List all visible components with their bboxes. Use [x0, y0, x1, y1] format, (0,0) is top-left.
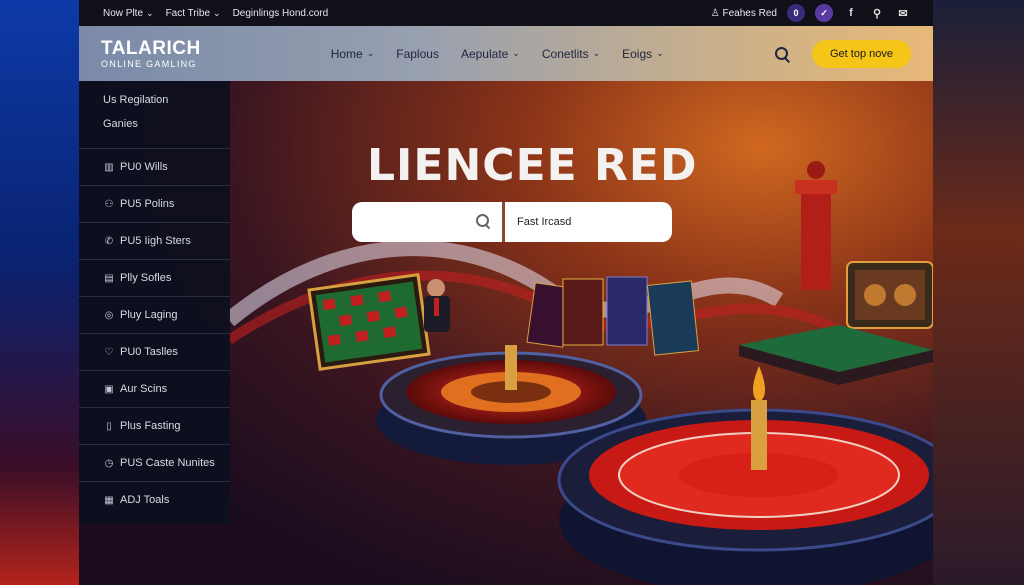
nav-item-conetlits[interactable]: Conetlits ⌄ — [542, 47, 600, 61]
hero-title: LIENCEE RED — [367, 140, 698, 191]
sidebar-item[interactable]: ▦ ADJ Toals — [79, 481, 230, 518]
search-button[interactable]: Fast Ircasd — [502, 202, 672, 242]
sidebar-item-label: PU5 Iigh Sters — [120, 235, 191, 247]
main-nav: Home ⌄ Faplous Aepulate ⌄ Conetlits ⌄ Eoigs… — [331, 47, 664, 61]
logo[interactable]: TALARICH ONLINE GAMLING — [79, 39, 201, 69]
search-icon[interactable] — [774, 46, 790, 62]
chevron-down-icon: ⌄ — [512, 48, 520, 58]
sidebar-item-label: Aur Scins — [120, 383, 168, 395]
sidebar-item[interactable]: ◷ PUS Caste Nunites — [79, 444, 230, 481]
sidebar-item-icon: ▥ — [104, 161, 114, 173]
sidebar: Us Regilation Ganies ▥ PU0 Wills ⚇ PU5 Poli… — [79, 81, 230, 524]
sidebar-item-label: Pluy Laging — [120, 309, 178, 321]
sidebar-item-icon: ▤ — [104, 272, 114, 284]
sidebar-list: ▥ PU0 Wills ⚇ PU5 Polins ✆ PU5 Iigh Sters ▤ Pll… — [79, 148, 230, 518]
sidebar-item-label: PUS Caste Nunites — [120, 457, 215, 469]
hero-search: Fast Ircasd — [352, 202, 672, 242]
cta-button[interactable]: Get top nove — [812, 39, 911, 68]
search-icon[interactable] — [476, 214, 489, 227]
nav-item-eoigs[interactable]: Eoigs ⌄ — [622, 47, 664, 61]
account-link[interactable]: ♙ Feahes Red — [711, 8, 777, 19]
sidebar-item-icon: ♡ — [104, 346, 114, 358]
sidebar-item[interactable]: ▣ Aur Scins — [79, 370, 230, 407]
sidebar-item-label: Plly Sofles — [120, 272, 172, 284]
sidebar-item-icon: ▯ — [106, 420, 112, 432]
chevron-down-icon: ⌄ — [592, 48, 601, 58]
sidebar-item-icon: ◎ — [104, 309, 114, 321]
chevron-down-icon: ⌄ — [366, 48, 375, 58]
sidebar-item[interactable]: ▯ Plus Fasting — [79, 407, 230, 444]
notification-badge[interactable]: 0 — [787, 4, 805, 22]
top-link-2[interactable]: Fact Tribe ⌄ — [166, 8, 221, 19]
sidebar-item-label: Plus Fasting — [120, 420, 181, 432]
user-icon: ♙ — [710, 7, 720, 19]
sidebar-item[interactable]: ⚇ PU5 Polins — [79, 185, 230, 222]
sidebar-item-label: ADJ Toals — [120, 494, 170, 506]
background-left — [0, 0, 80, 585]
chevron-down-icon: ⌄ — [656, 48, 664, 58]
sidebar-item[interactable]: ▥ PU0 Wills — [79, 148, 230, 185]
top-link-1[interactable]: Now Plte ⌄ — [103, 8, 154, 19]
user-icon[interactable]: ⚲ — [869, 7, 885, 20]
sidebar-item-label: PU0 Taslles — [120, 346, 178, 358]
chevron-down-icon: ⌄ — [146, 7, 154, 18]
sidebar-heading[interactable]: Us Regilation — [103, 94, 230, 118]
chevron-down-icon: ⌄ — [213, 7, 221, 18]
top-links: Now Plte ⌄ Fact Tribe ⌄ Deginlings Hond.co… — [79, 8, 328, 19]
sidebar-item-icon: ◷ — [104, 457, 114, 469]
sidebar-item[interactable]: ✆ PU5 Iigh Sters — [79, 222, 230, 259]
sidebar-item-label: PU0 Wills — [120, 161, 168, 173]
sidebar-subheading[interactable]: Ganies — [103, 118, 230, 142]
nav-item-home[interactable]: Home ⌄ — [331, 47, 375, 61]
facebook-icon[interactable]: f — [843, 7, 859, 19]
top-link-3[interactable]: Deginlings Hond.cord — [233, 8, 329, 19]
header: TALARICH ONLINE GAMLING Home ⌄ Faplous Ae… — [79, 26, 933, 81]
sidebar-item[interactable]: ♡ PU0 Taslles — [79, 333, 230, 370]
background-right — [932, 0, 1024, 585]
mail-icon[interactable]: ✉ — [895, 7, 911, 20]
sidebar-item-icon: ▣ — [104, 383, 114, 395]
sidebar-item-icon: ✆ — [104, 235, 114, 247]
sidebar-item-icon: ▦ — [104, 494, 114, 506]
top-bar: Now Plte ⌄ Fact Tribe ⌄ Deginlings Hond.co… — [79, 0, 933, 26]
check-icon[interactable]: ✓ — [815, 4, 833, 22]
sidebar-item-label: PU5 Polins — [120, 198, 175, 210]
page: Now Plte ⌄ Fact Tribe ⌄ Deginlings Hond.co… — [79, 0, 933, 585]
search-input[interactable] — [352, 202, 502, 242]
sidebar-item[interactable]: ◎ Pluy Laging — [79, 296, 230, 333]
sidebar-item[interactable]: ▤ Plly Sofles — [79, 259, 230, 296]
nav-item-faplous[interactable]: Faplous — [396, 47, 439, 61]
sidebar-item-icon: ⚇ — [104, 198, 114, 210]
nav-item-aepulate[interactable]: Aepulate ⌄ — [461, 47, 520, 61]
